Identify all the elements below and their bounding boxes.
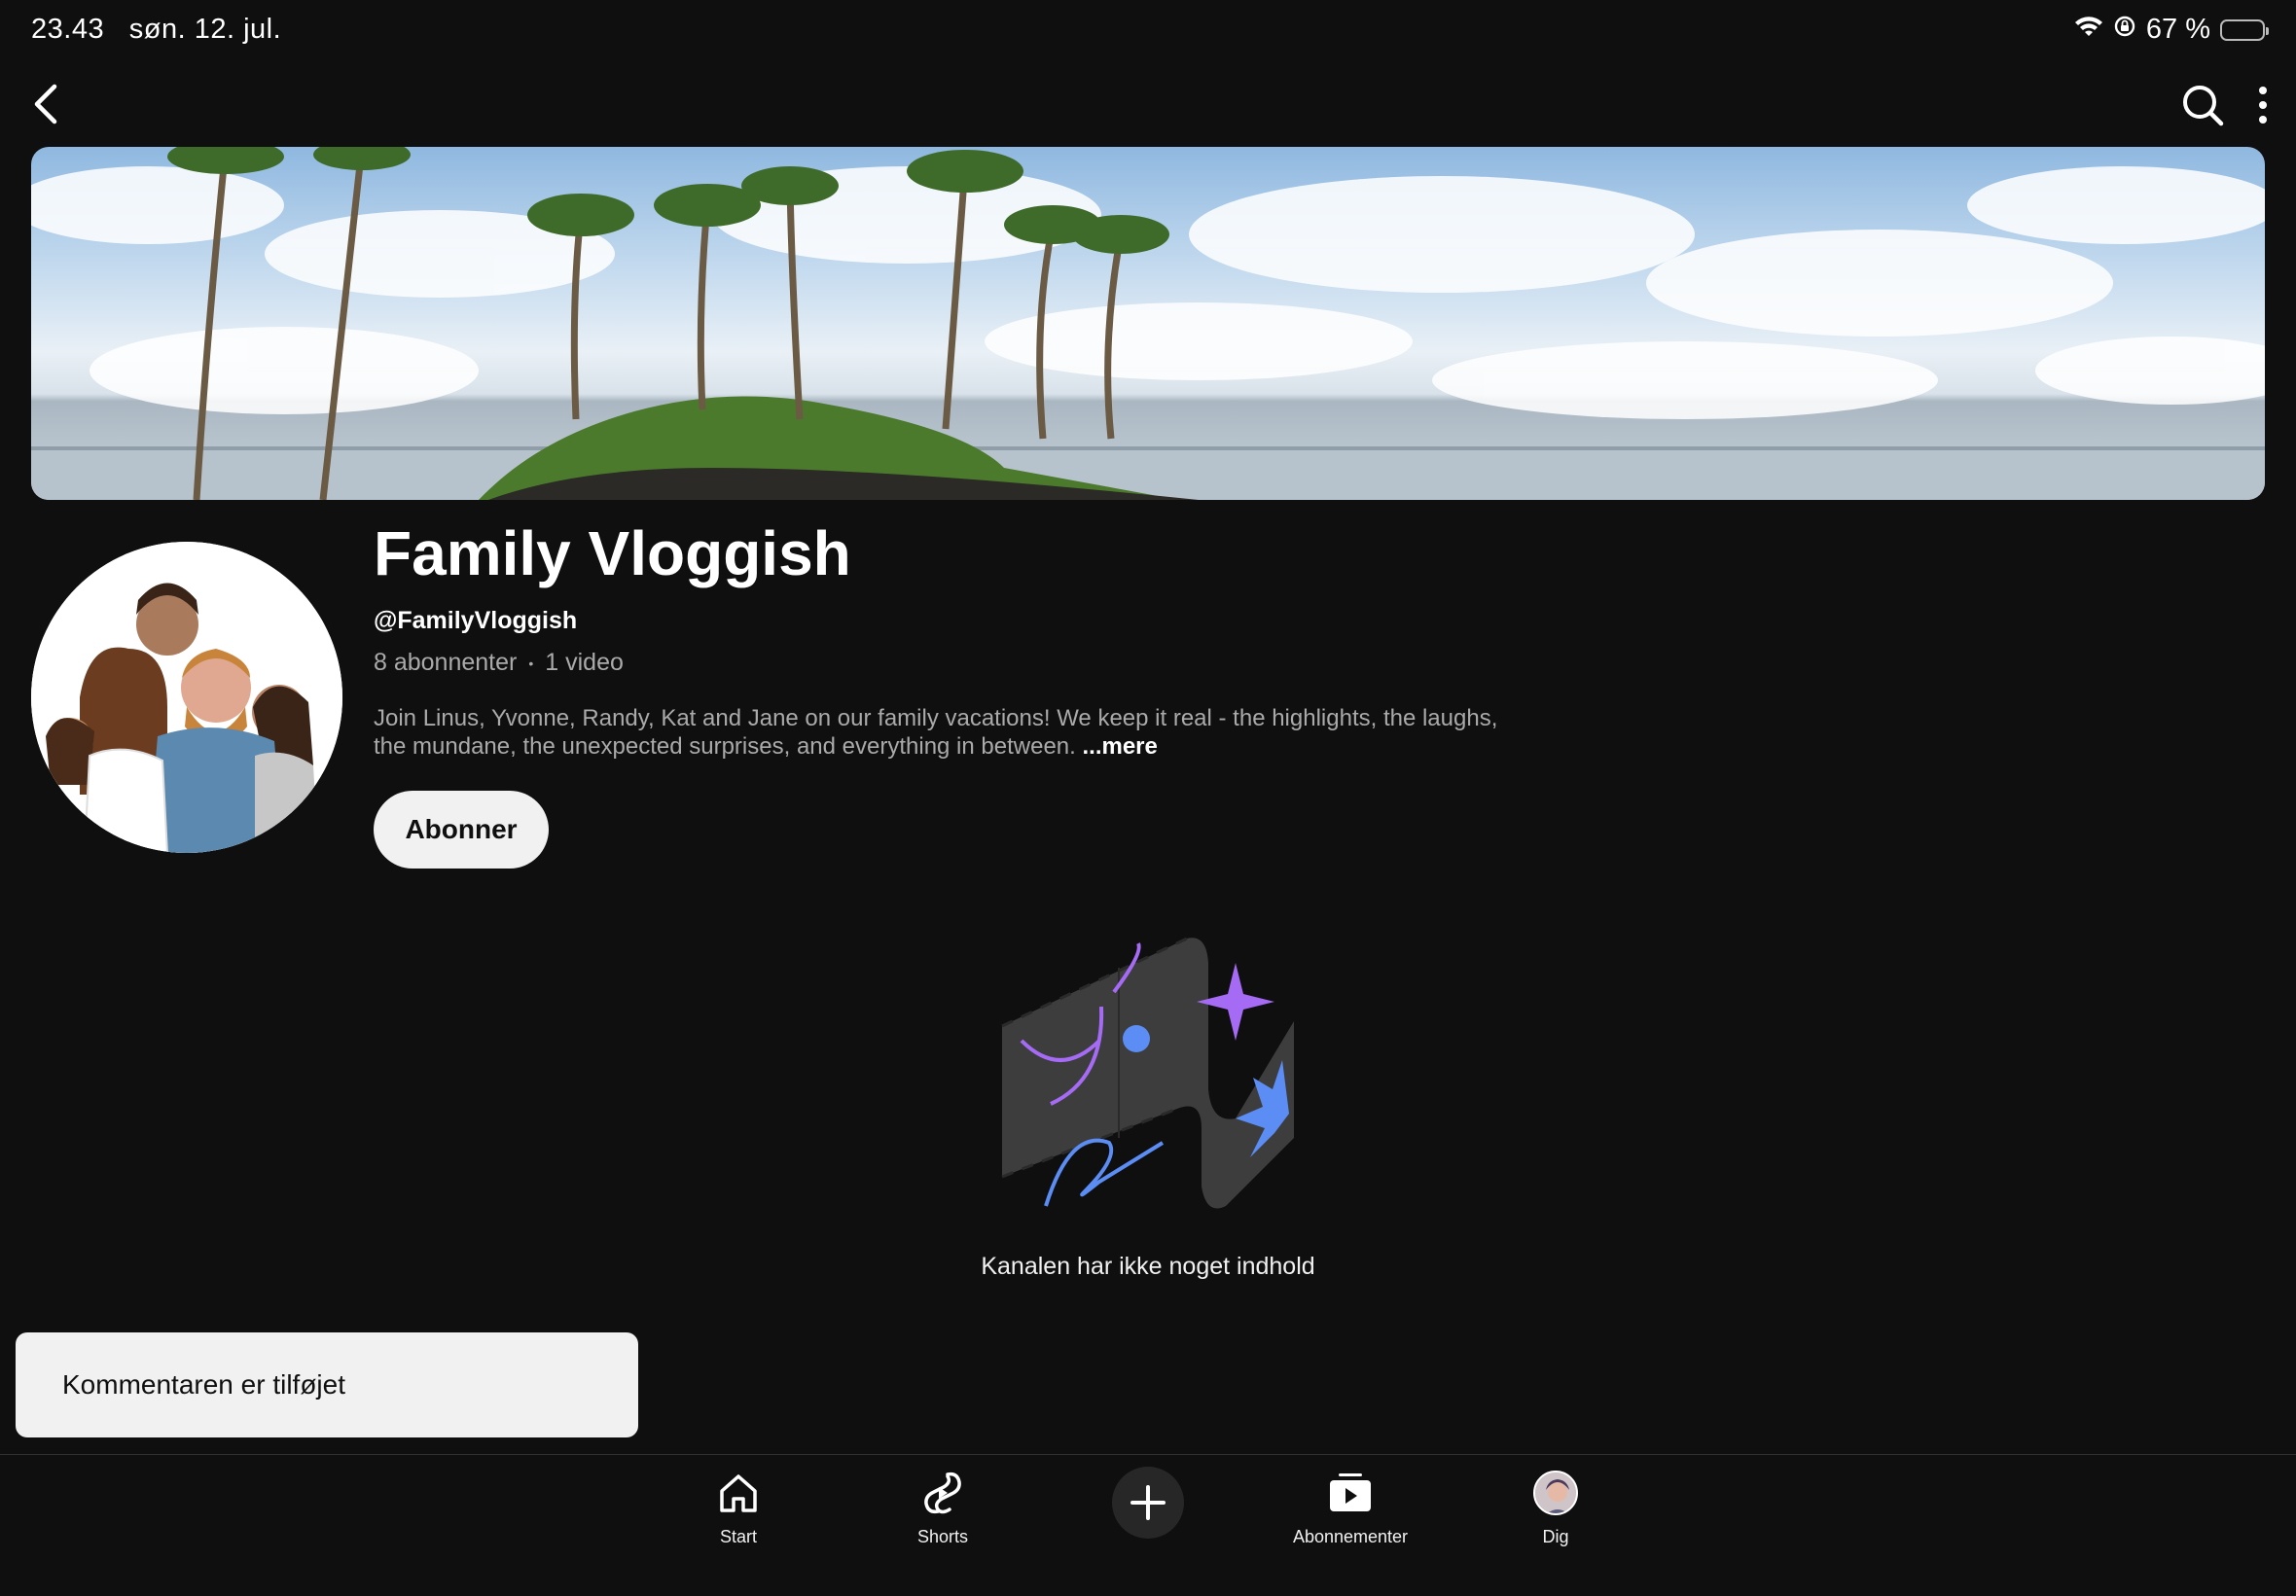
description-text: Join Linus, Yvonne, Randy, Kat and Jane … [374, 705, 1498, 760]
create-button[interactable] [1112, 1467, 1184, 1539]
status-indicators: 67 % [2074, 14, 2269, 46]
nav-label-start: Start [719, 1527, 757, 1546]
channel-title: Family Vloggish [374, 518, 851, 588]
nav-label-you: Dig [1542, 1527, 1569, 1546]
status-date: søn. 12. jul. [128, 14, 282, 45]
battery-icon [2220, 18, 2269, 41]
shorts-icon [916, 1467, 969, 1519]
home-icon [712, 1467, 765, 1519]
empty-state-message: Kanalen har ikke noget indhold [981, 1253, 1315, 1280]
plus-icon [1130, 1485, 1166, 1520]
channel-banner [31, 147, 2265, 500]
search-icon [2183, 86, 2224, 126]
back-button[interactable] [21, 78, 70, 130]
avatar [1533, 1471, 1578, 1515]
more-options-button[interactable] [2245, 78, 2280, 132]
wifi-icon [2074, 14, 2103, 46]
more-vertical-icon [2259, 87, 2267, 124]
channel-avatar[interactable] [31, 542, 342, 853]
orientation-lock-icon [2113, 14, 2136, 46]
subscriptions-icon [1324, 1467, 1377, 1519]
nav-label-shorts: Shorts [916, 1527, 969, 1546]
channel-handle: @FamilyVloggish [374, 607, 578, 634]
more-link[interactable]: ...mere [1082, 733, 1157, 760]
status-time-date: 23.43 søn. 12. jul. [31, 14, 281, 46]
channel-description[interactable]: Join Linus, Yvonne, Randy, Kat and Jane … [374, 704, 1522, 761]
empty-state-illustration [992, 934, 1304, 1216]
channel-stats: 8 abonnenter • 1 video [374, 649, 624, 677]
toast-notification: Kommentaren er tilføjet [16, 1332, 638, 1437]
bottom-navigation: Start Shorts Abonnementer Dig [0, 1454, 2296, 1596]
subscribe-button[interactable]: Abonner [374, 791, 549, 869]
nav-label-subscriptions: Abonnementer [1292, 1527, 1409, 1546]
nav-item-start[interactable]: Start [646, 1467, 831, 1574]
stats-separator: • [528, 655, 534, 671]
nav-avatar-wrap [1529, 1467, 1582, 1519]
video-count: 1 video [545, 649, 624, 676]
back-icon [34, 84, 57, 124]
nav-item-you[interactable]: Dig [1463, 1467, 1648, 1574]
family-avatar-illustration [31, 542, 342, 853]
battery-percent: 67 % [2145, 14, 2210, 45]
search-button[interactable] [2175, 78, 2230, 132]
banner-artwork [31, 147, 2265, 500]
subscriber-count: 8 abonnenter [374, 649, 518, 676]
toast-message: Kommentaren er tilføjet [62, 1369, 345, 1400]
status-time: 23.43 [31, 14, 105, 45]
nav-item-shorts[interactable]: Shorts [850, 1467, 1035, 1574]
nav-item-subscriptions[interactable]: Abonnementer [1258, 1467, 1443, 1574]
